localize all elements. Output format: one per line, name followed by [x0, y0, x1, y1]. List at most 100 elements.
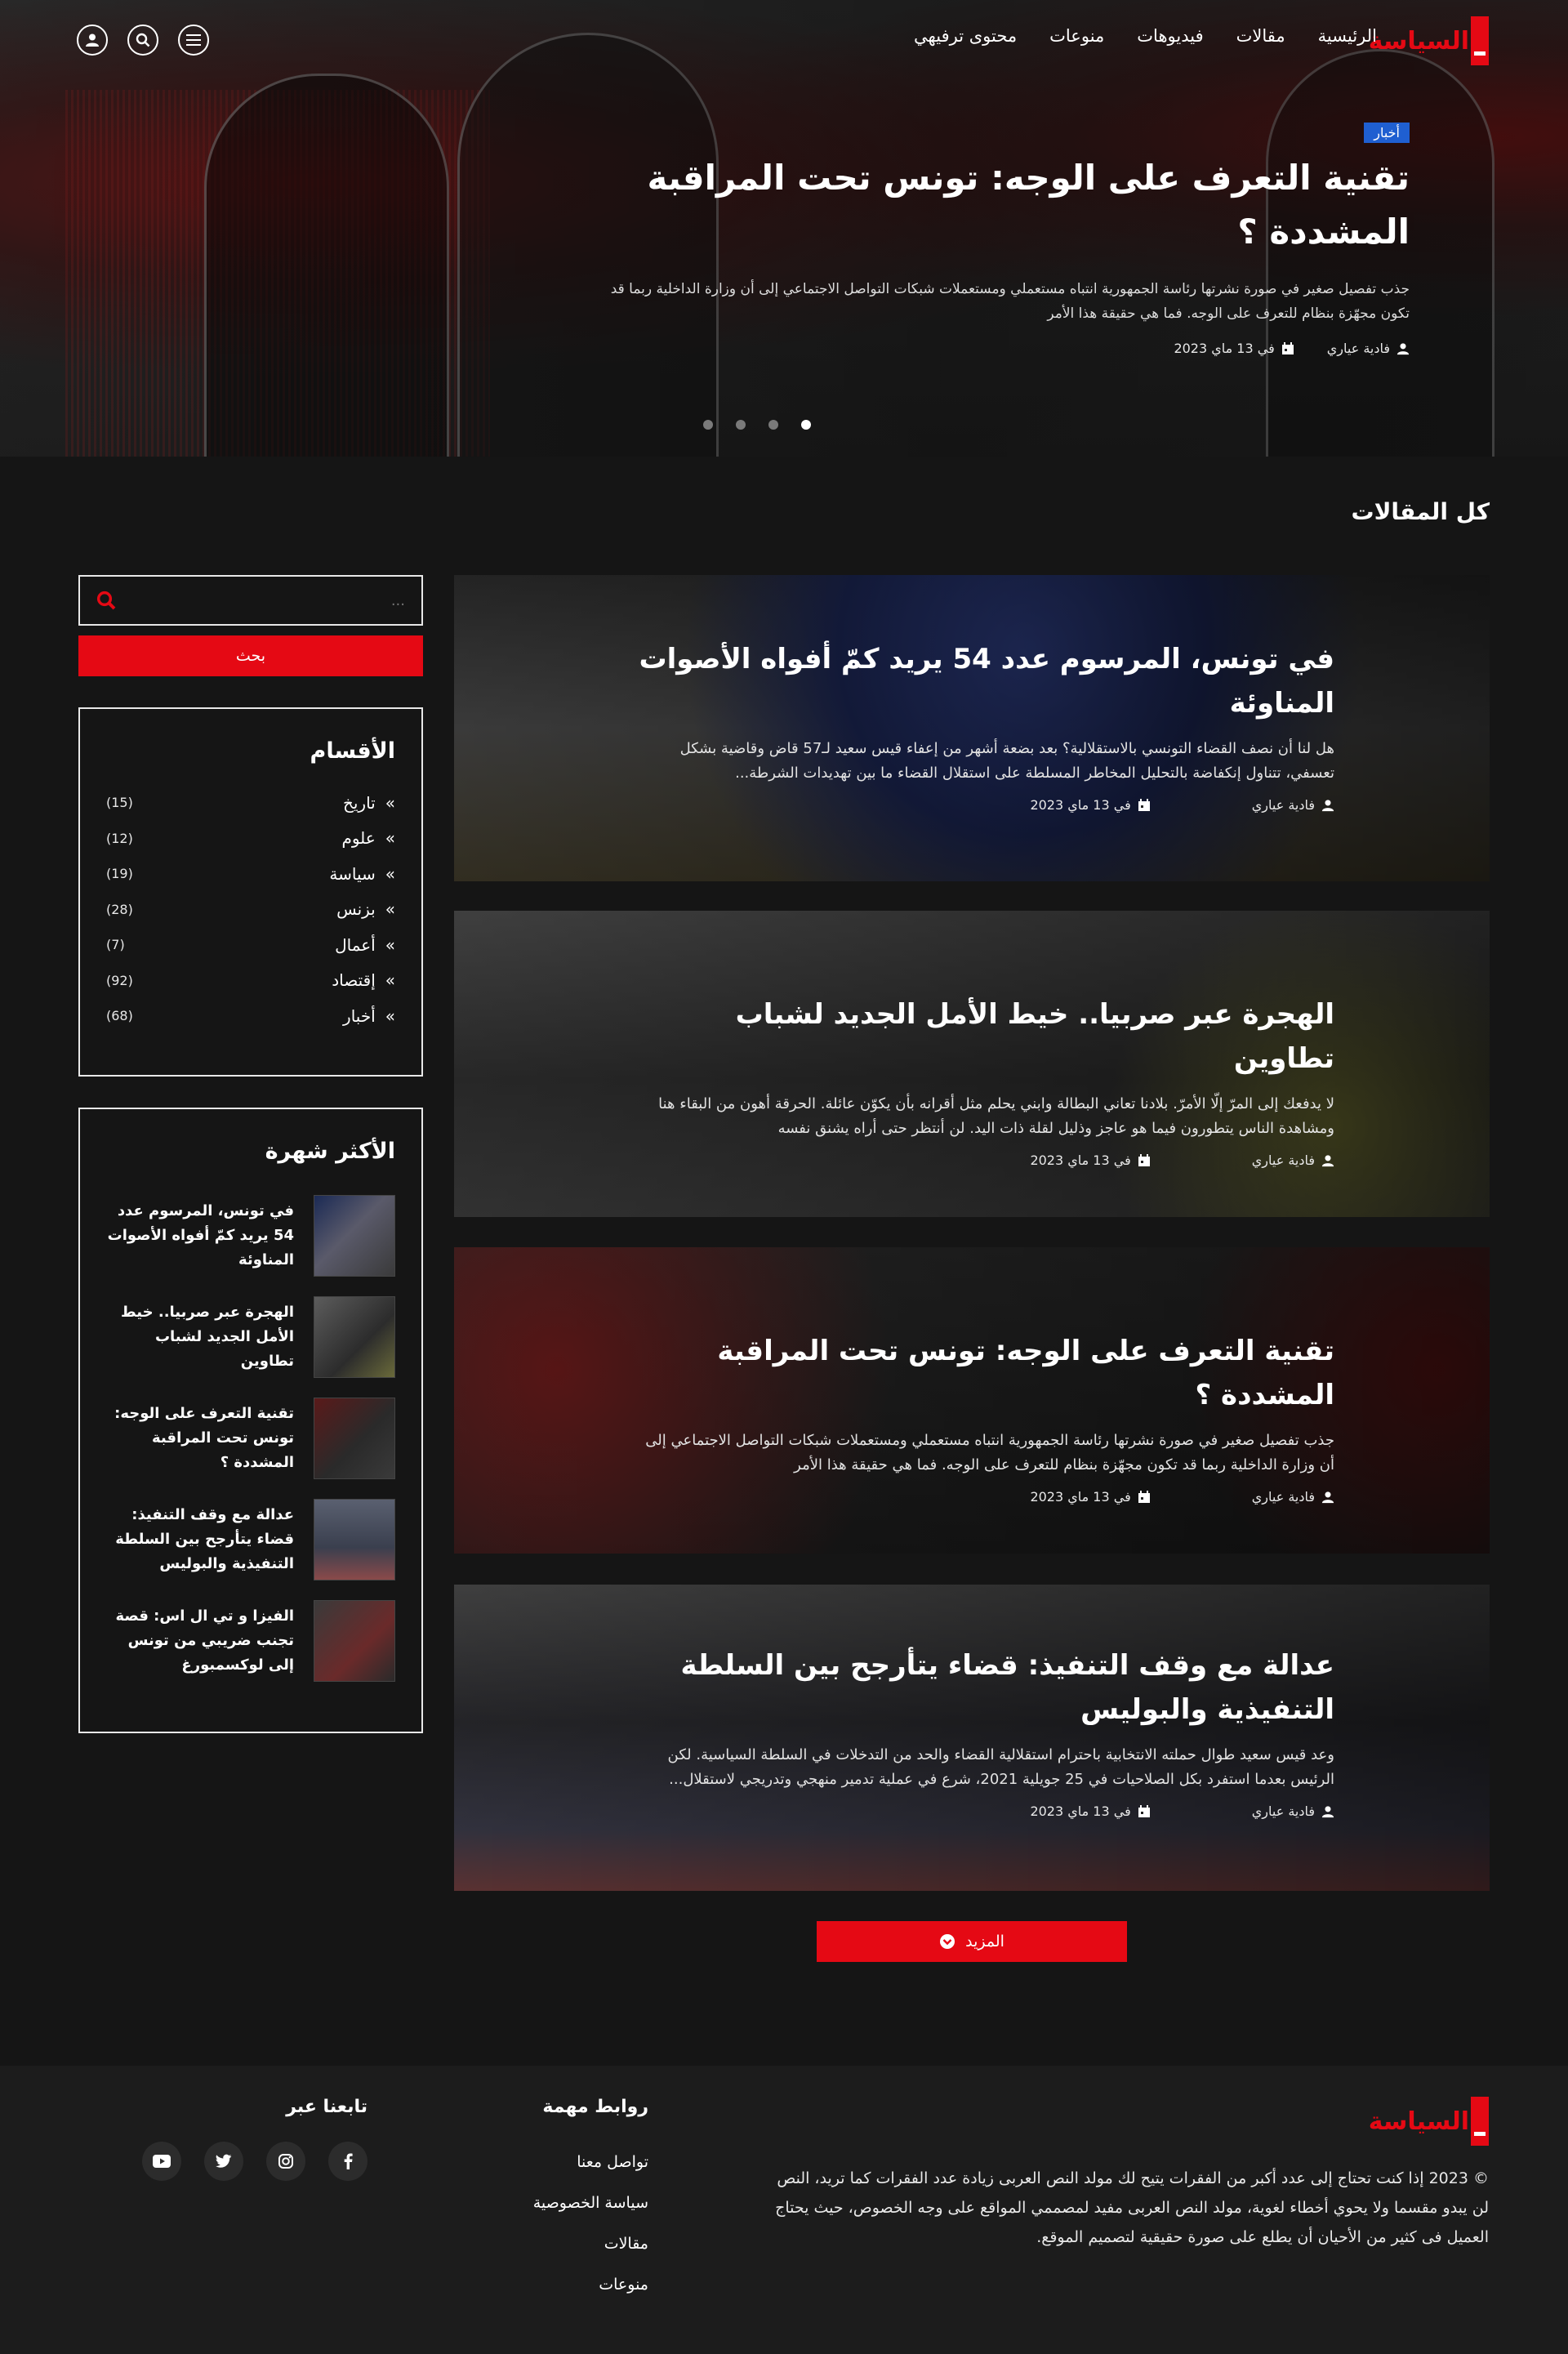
article-title[interactable]: عدالة مع وقف التنفيذ: قضاء يتأرجح بين ال…: [632, 1643, 1334, 1732]
article-meta: فادية عياري في 13 ماي 2023: [632, 1803, 1334, 1819]
hero-slider: السياسة الرئيسية مقالات فيديوهات منوعات …: [0, 0, 1568, 457]
logo-mark: [1471, 2097, 1489, 2146]
hero-title[interactable]: تقنية التعرف على الوجه: تونس تحت المراقب…: [593, 151, 1410, 259]
twitter-icon[interactable]: [204, 2142, 243, 2181]
article-meta: فادية عياري في 13 ماي 2023: [632, 1489, 1334, 1505]
category-count: (7): [106, 937, 125, 953]
category-count: (19): [106, 866, 133, 882]
popular-item[interactable]: في تونس، المرسوم عدد 54 يريد كمّ أفواه ا…: [106, 1185, 395, 1286]
nav-item-home[interactable]: الرئيسية: [1318, 26, 1377, 46]
popular-title[interactable]: عدالة مع وقف التنفيذ: قضاء يتأرجح بين ال…: [106, 1503, 294, 1576]
article-title[interactable]: الهجرة عبر صربيا.. خيط الأمل الجديد لشبا…: [632, 992, 1334, 1081]
nav-item-misc[interactable]: منوعات: [1049, 26, 1104, 46]
popular-item[interactable]: الهجرة عبر صربيا.. خيط الأمل الجديد لشبا…: [106, 1286, 395, 1388]
popular-widget: الأكثر شهرة في تونس، المرسوم عدد 54 يريد…: [78, 1108, 423, 1733]
category-name[interactable]: تاريخ: [343, 793, 395, 813]
hamburger-menu-icon[interactable]: [178, 25, 209, 56]
nav-item-entertainment[interactable]: محتوى ترفيهي: [914, 26, 1017, 46]
site-logo[interactable]: السياسة: [1369, 15, 1489, 67]
popular-item[interactable]: الفيزا و تي ال اس: قصة تجنب ضريبي من تون…: [106, 1590, 395, 1692]
footer-link-privacy[interactable]: سياسة الخصوصية: [485, 2182, 648, 2223]
footer-link-misc[interactable]: منوعات: [485, 2264, 648, 2305]
category-name[interactable]: علوم: [341, 828, 395, 848]
youtube-icon[interactable]: [142, 2142, 181, 2181]
article-title[interactable]: في تونس، المرسوم عدد 54 يريد كمّ أفواه ا…: [632, 637, 1334, 725]
slider-dot[interactable]: [768, 420, 778, 430]
social-links: [122, 2142, 368, 2181]
category-item[interactable]: تاريخ (15): [106, 785, 395, 821]
author-name[interactable]: فادية عياري: [1327, 341, 1390, 356]
search-icon[interactable]: [127, 25, 158, 56]
nav-item-videos[interactable]: فيديوهات: [1137, 26, 1203, 46]
article-title[interactable]: تقنية التعرف على الوجه: تونس تحت المراقب…: [632, 1329, 1334, 1417]
popular-title[interactable]: في تونس، المرسوم عدد 54 يريد كمّ أفواه ا…: [106, 1199, 294, 1273]
instagram-icon[interactable]: [266, 2142, 305, 2181]
category-name[interactable]: سياسة: [329, 864, 395, 884]
category-badge[interactable]: أخبار: [1364, 123, 1410, 143]
date-meta: في 13 ماي 2023: [1030, 1152, 1150, 1168]
date-meta: في 13 ماي 2023: [1174, 341, 1294, 356]
article-text: الهجرة عبر صربيا.. خيط الأمل الجديد لشبا…: [632, 992, 1334, 1168]
article-card[interactable]: الهجرة عبر صربيا.. خيط الأمل الجديد لشبا…: [454, 911, 1490, 1217]
category-item[interactable]: بزنس (28): [106, 892, 395, 928]
popular-title[interactable]: الهجرة عبر صربيا.. خيط الأمل الجديد لشبا…: [106, 1300, 294, 1374]
load-more-button[interactable]: المزيد: [817, 1921, 1127, 1962]
publish-date: في 13 ماي 2023: [1030, 1803, 1131, 1819]
category-name[interactable]: إقتصاد: [332, 970, 395, 990]
publish-date: في 13 ماي 2023: [1030, 1489, 1131, 1505]
popular-item[interactable]: عدالة مع وقف التنفيذ: قضاء يتأرجح بين ال…: [106, 1489, 395, 1590]
category-item[interactable]: علوم (12): [106, 821, 395, 857]
popular-thumbnail[interactable]: [314, 1195, 395, 1277]
search-button[interactable]: بحث: [78, 635, 423, 676]
article-card[interactable]: في تونس، المرسوم عدد 54 يريد كمّ أفواه ا…: [454, 575, 1490, 881]
popular-thumbnail[interactable]: [314, 1600, 395, 1682]
author-name[interactable]: فادية عياري: [1252, 1803, 1315, 1819]
popular-thumbnail[interactable]: [314, 1499, 395, 1580]
category-item[interactable]: أخبار (68): [106, 998, 395, 1034]
category-name[interactable]: أخبار: [343, 1006, 395, 1026]
category-name[interactable]: بزنس: [336, 899, 395, 919]
popular-thumbnail[interactable]: [314, 1398, 395, 1479]
search-icon[interactable]: [96, 591, 116, 610]
logo-wrapper: السياسة: [1369, 2095, 1489, 2147]
author-meta: فادية عياري: [1252, 1152, 1334, 1168]
footer-links: روابط مهمة تواصل معنا سياسة الخصوصية مقا…: [485, 2097, 648, 2305]
user-account-icon[interactable]: [77, 25, 108, 56]
article-excerpt: هل لنا أن نصف القضاء التونسي بالاستقلالي…: [679, 740, 1334, 782]
footer-links-title: روابط مهمة: [542, 2097, 648, 2117]
category-item[interactable]: سياسة (19): [106, 856, 395, 892]
facebook-icon[interactable]: [328, 2142, 368, 2181]
popular-title[interactable]: تقنية التعرف على الوجه: تونس تحت المراقب…: [106, 1402, 294, 1475]
category-count: (28): [106, 901, 133, 917]
main-menu: الرئيسية مقالات فيديوهات منوعات محتوى تر…: [914, 26, 1377, 46]
article-card[interactable]: تقنية التعرف على الوجه: تونس تحت المراقب…: [454, 1247, 1490, 1554]
author-name[interactable]: فادية عياري: [1252, 1489, 1315, 1505]
popular-title[interactable]: الفيزا و تي ال اس: قصة تجنب ضريبي من تون…: [106, 1604, 294, 1678]
article-excerpt: وعد قيس سعيد طوال حملته الانتخابية باحتر…: [667, 1746, 1335, 1788]
article-text: في تونس، المرسوم عدد 54 يريد كمّ أفواه ا…: [632, 637, 1334, 813]
popular-item[interactable]: تقنية التعرف على الوجه: تونس تحت المراقب…: [106, 1388, 395, 1489]
nav-item-articles[interactable]: مقالات: [1236, 26, 1285, 46]
footer-link-articles[interactable]: مقالات: [485, 2223, 648, 2264]
category-count: (15): [106, 795, 133, 811]
author-name[interactable]: فادية عياري: [1252, 1152, 1315, 1168]
category-name[interactable]: أعمال: [335, 935, 395, 955]
load-more-label: المزيد: [965, 1933, 1004, 1951]
footer-link-contact[interactable]: تواصل معنا: [485, 2142, 648, 2182]
article-meta: فادية عياري في 13 ماي 2023: [632, 1152, 1334, 1168]
search-input[interactable]: [129, 591, 405, 609]
category-item[interactable]: إقتصاد (92): [106, 963, 395, 999]
article-card[interactable]: عدالة مع وقف التنفيذ: قضاء يتأرجح بين ال…: [454, 1585, 1490, 1891]
category-item[interactable]: أعمال (7): [106, 927, 395, 963]
slider-dot[interactable]: [736, 420, 746, 430]
category-count: (92): [106, 972, 133, 988]
author-name[interactable]: فادية عياري: [1252, 797, 1315, 813]
author-meta: فادية عياري: [1327, 341, 1410, 356]
publish-date: في 13 ماي 2023: [1030, 797, 1131, 813]
footer-logo[interactable]: السياسة: [1369, 2095, 1489, 2147]
widget-title: الأكثر شهرة: [265, 1139, 395, 1164]
widget-title: الأقسام: [310, 738, 395, 764]
slider-dot-active[interactable]: [801, 420, 811, 430]
popular-thumbnail[interactable]: [314, 1296, 395, 1378]
slider-dot[interactable]: [703, 420, 713, 430]
